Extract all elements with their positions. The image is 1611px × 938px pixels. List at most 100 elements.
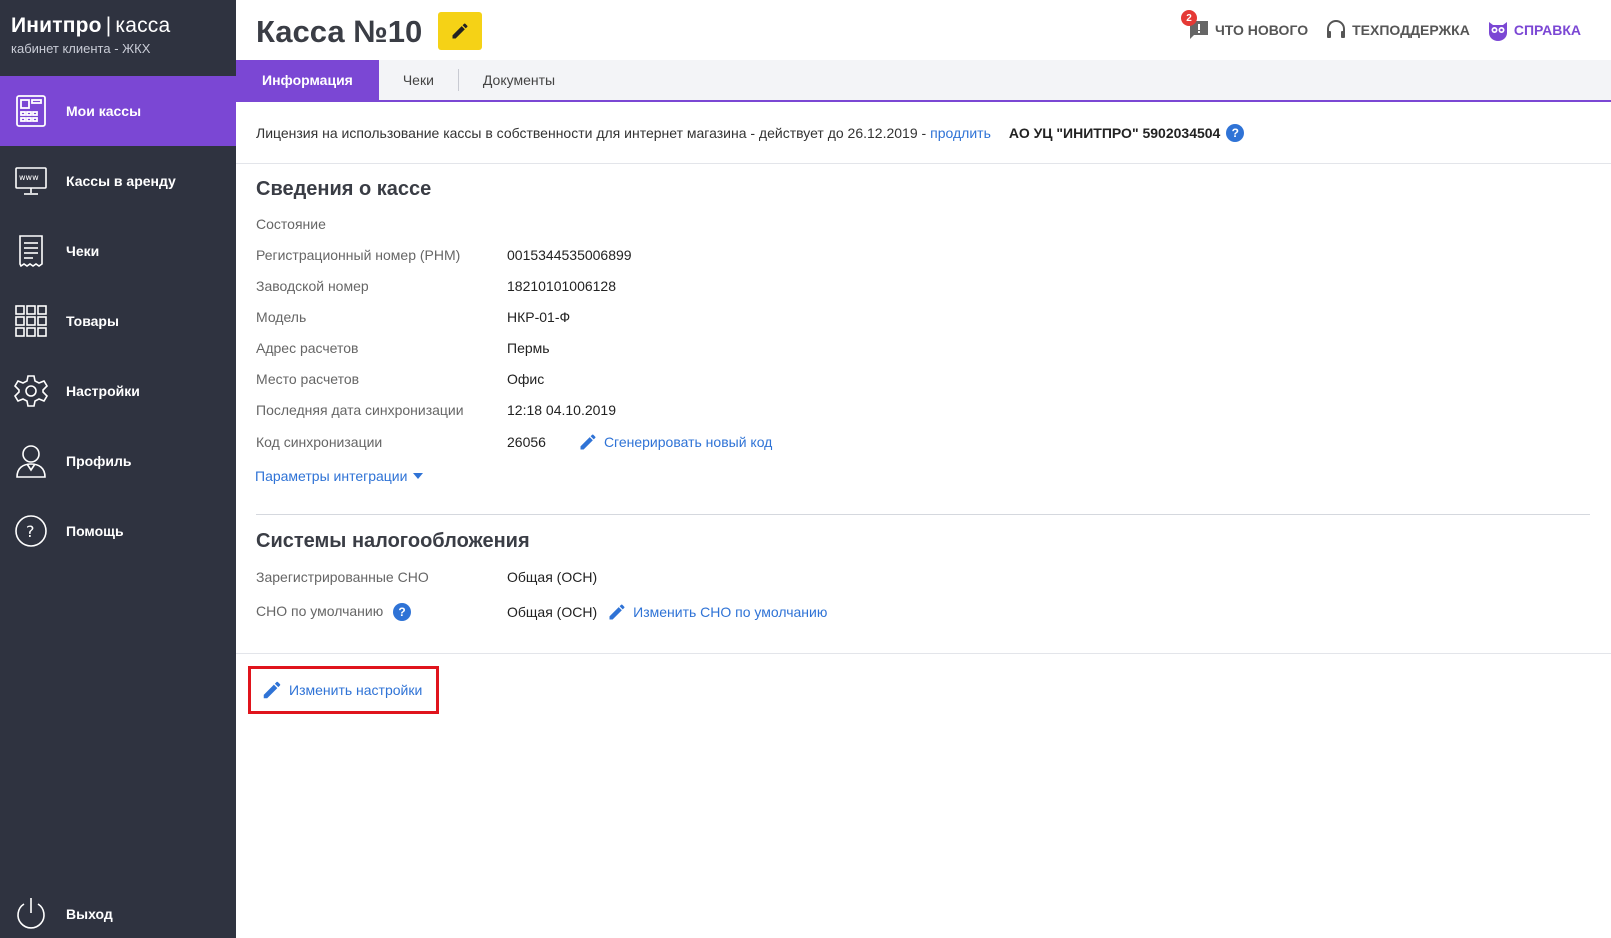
svg-text:?: ? <box>26 522 35 541</box>
info-value: Общая (ОСН) Изменить СНО по умолчанию <box>507 602 827 622</box>
tab-receipts[interactable]: Чеки <box>379 60 458 100</box>
chat-alert-icon: 2 <box>1180 10 1215 42</box>
info-value: Офис <box>507 371 545 387</box>
change-default-tax-link[interactable]: Изменить СНО по умолчанию <box>607 602 827 622</box>
info-value: 0015344535006899 <box>507 247 632 263</box>
license-text: Лицензия на использование кассы в собств… <box>256 125 927 141</box>
info-value: 26056 Сгенерировать новый код <box>507 432 772 452</box>
help-label: СПРАВКА <box>1513 22 1581 38</box>
section-divider <box>256 514 1590 515</box>
www-monitor-icon: www <box>13 163 49 199</box>
topbar: Касса №10 2 ЧТО НОВОГО ТЕХПОДДЕРЖКА СПРА… <box>236 0 1611 60</box>
cash-info-title: Сведения о кассе <box>256 178 432 200</box>
tax-row-registered: Зарегистрированные СНО Общая (ОСН) <box>256 567 597 587</box>
tab-bar: Информация Чеки Документы <box>236 60 1611 102</box>
grid-icon <box>13 303 49 339</box>
help-question-icon[interactable]: ? <box>1226 124 1245 142</box>
sidebar-item-receipts[interactable]: Чеки <box>0 216 236 286</box>
sidebar-item-label: Профиль <box>66 453 132 469</box>
main-content: Касса №10 2 ЧТО НОВОГО ТЕХПОДДЕРЖКА СПРА… <box>236 0 1611 938</box>
owl-icon <box>1488 22 1507 41</box>
whats-new-link[interactable]: 2 ЧТО НОВОГО <box>1180 10 1309 42</box>
divider <box>236 163 1611 164</box>
edit-title-button[interactable] <box>438 12 482 50</box>
user-icon <box>13 443 49 479</box>
info-value: 18210101006128 <box>507 278 617 294</box>
info-key: Регистрационный номер (РНМ) <box>256 247 461 263</box>
brand-title: Инитпро | касса <box>11 14 236 38</box>
integration-params-toggle[interactable]: Параметры интеграции <box>255 468 424 484</box>
sidebar-item-label: Товары <box>66 313 119 329</box>
brand-separator: | <box>105 14 112 37</box>
sidebar-item-my-cashboxes[interactable]: Мои кассы <box>0 76 236 146</box>
sync-code-value: 26056 <box>507 434 546 450</box>
headset-icon <box>1327 20 1346 38</box>
logout-button[interactable]: Выход <box>0 879 236 938</box>
sidebar-item-label: Кассы в аренду <box>66 173 176 189</box>
pencil-icon <box>609 604 625 620</box>
info-row-last-sync: Последняя дата синхронизации 12:18 04.10… <box>256 400 616 420</box>
info-value: 12:18 04.10.2019 <box>507 402 616 418</box>
generate-code-label: Сгенерировать новый код <box>603 434 773 450</box>
sidebar-item-label: Помощь <box>66 523 124 539</box>
integration-params-label: Параметры интеграции <box>255 468 408 484</box>
help-circle-icon: ? <box>13 513 49 549</box>
tab-documents[interactable]: Документы <box>459 60 579 100</box>
whats-new-label: ЧТО НОВОГО <box>1214 22 1309 38</box>
sidebar-item-label: Чеки <box>66 243 100 259</box>
sidebar: Инитпро | касса кабинет клиента - ЖКХ Мои … <box>0 0 236 938</box>
tax-default-key: СНО по умолчанию <box>256 603 384 619</box>
divider <box>236 653 1611 654</box>
power-icon <box>13 896 49 932</box>
sidebar-item-settings[interactable]: Настройки <box>0 356 236 426</box>
info-key: Состояние <box>256 216 326 232</box>
info-row-serial: Заводской номер 18210101006128 <box>256 276 616 296</box>
sidebar-item-rent-cashboxes[interactable]: www Кассы в аренду <box>0 146 236 216</box>
top-links: 2 ЧТО НОВОГО ТЕХПОДДЕРЖКА СПРАВКА <box>1171 10 1581 42</box>
sidebar-item-label: Настройки <box>66 383 140 399</box>
info-row-rnm: Регистрационный номер (РНМ) 001534453500… <box>256 245 632 265</box>
info-row-status: Состояние <box>256 214 507 234</box>
generate-code-link[interactable]: Сгенерировать новый код <box>578 432 772 452</box>
pencil-icon <box>580 434 596 450</box>
renew-license-link[interactable]: продлить <box>930 125 991 141</box>
page-title: Касса №10 <box>256 14 423 49</box>
brand-product: касса <box>115 14 171 37</box>
edit-settings-label: Изменить настройки <box>289 682 423 698</box>
support-label: ТЕХПОДДЕРЖКА <box>1352 22 1470 38</box>
info-value: НКР-01-Ф <box>507 309 571 325</box>
info-key: СНО по умолчанию ? <box>256 603 507 621</box>
logout-label: Выход <box>66 906 113 922</box>
info-key: Заводской номер <box>256 278 369 294</box>
notification-badge: 2 <box>1180 10 1197 26</box>
tax-title: Системы налогообложения <box>256 530 530 552</box>
edit-settings-button[interactable]: Изменить настройки <box>248 666 439 714</box>
brand-subtitle: кабинет клиента - ЖКХ <box>11 41 151 56</box>
license-info: Лицензия на использование кассы в собств… <box>256 124 1245 142</box>
svg-text:www: www <box>19 173 39 182</box>
info-key: Модель <box>256 309 307 325</box>
caret-down-icon <box>413 473 424 479</box>
gear-icon <box>13 373 49 409</box>
info-key: Код синхронизации <box>256 434 383 450</box>
sidebar-item-goods[interactable]: Товары <box>0 286 236 356</box>
help-link[interactable]: СПРАВКА <box>1486 18 1581 42</box>
brand[interactable]: Инитпро | касса кабинет клиента - ЖКХ <box>0 0 236 76</box>
info-row-address: Адрес расчетов Пермь <box>256 338 550 358</box>
info-key: Зарегистрированные СНО <box>256 569 429 585</box>
tab-information[interactable]: Информация <box>236 60 379 100</box>
info-row-place: Место расчетов Офис <box>256 369 544 389</box>
info-key: Последняя дата синхронизации <box>256 402 464 418</box>
info-key: Место расчетов <box>256 371 360 387</box>
tax-default-value: Общая (ОСН) <box>507 604 598 620</box>
change-default-tax-label: Изменить СНО по умолчанию <box>633 604 828 620</box>
info-value: Пермь <box>507 340 550 356</box>
receipt-icon <box>13 233 49 269</box>
sidebar-item-profile[interactable]: Профиль <box>0 426 236 496</box>
license-org: АО УЦ "ИНИТПРО" 5902034504 <box>1008 125 1221 141</box>
sidebar-item-help[interactable]: ? Помощь <box>0 496 236 566</box>
support-link[interactable]: ТЕХПОДДЕРЖКА <box>1324 18 1470 42</box>
info-row-model: Модель НКР-01-Ф <box>256 307 570 327</box>
help-question-icon[interactable]: ? <box>393 603 412 621</box>
info-value: Общая (ОСН) <box>507 569 598 585</box>
